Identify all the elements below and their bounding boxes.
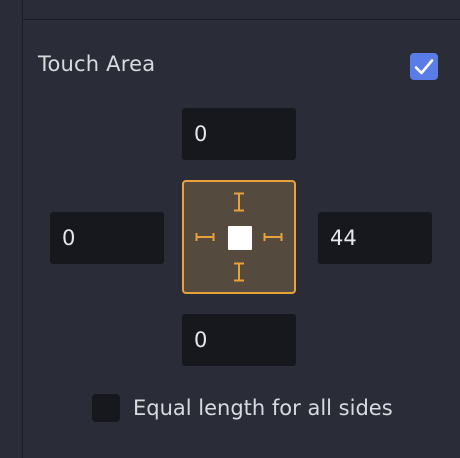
bottom-inset-input[interactable]: 0	[182, 314, 296, 366]
right-inset-handle-icon[interactable]	[263, 231, 283, 243]
equal-sides-label: Equal length for all sides	[133, 396, 393, 420]
equal-sides-row[interactable]: Equal length for all sides	[92, 394, 393, 422]
bottom-inset-handle-icon[interactable]	[231, 262, 247, 282]
content-center-square	[228, 226, 252, 250]
section-divider	[23, 0, 460, 20]
right-inset-input[interactable]: 44	[318, 212, 432, 264]
equal-sides-checkbox[interactable]	[92, 394, 120, 422]
left-inset-input[interactable]: 0	[50, 212, 164, 264]
touch-area-checkbox[interactable]	[410, 53, 438, 80]
top-inset-input[interactable]: 0	[182, 108, 296, 160]
left-panel-rail	[0, 0, 23, 458]
checkmark-icon	[414, 58, 434, 74]
left-inset-handle-icon[interactable]	[195, 231, 215, 243]
inset-preview-box	[182, 180, 296, 294]
top-inset-handle-icon[interactable]	[231, 192, 247, 212]
touch-area-title: Touch Area	[38, 52, 156, 76]
